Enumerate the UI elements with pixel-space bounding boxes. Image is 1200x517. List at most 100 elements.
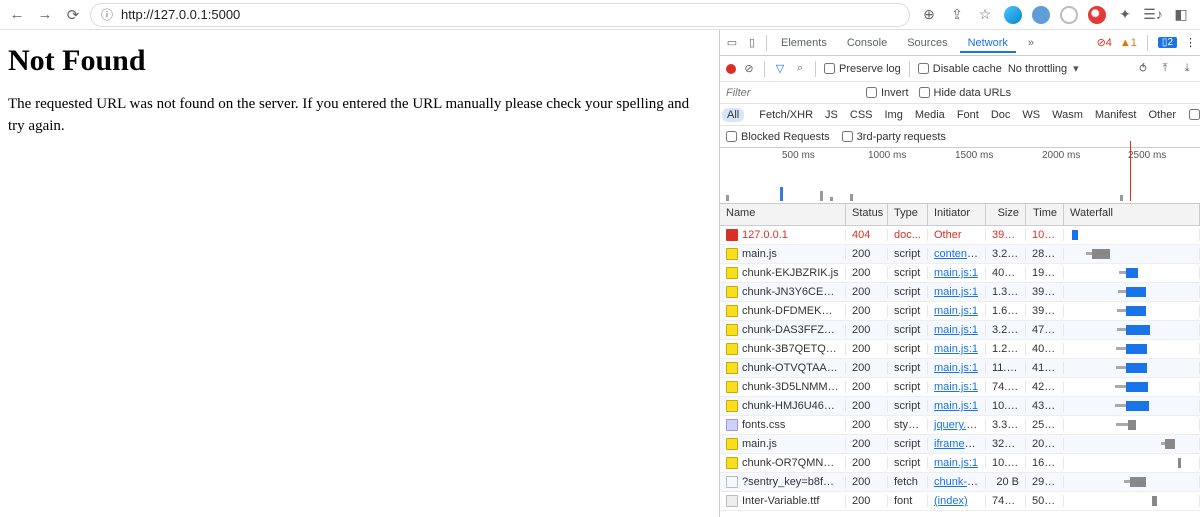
filter-icon[interactable]: ▽ <box>773 62 787 76</box>
extension-icon[interactable] <box>1032 6 1050 24</box>
has-blocked-checkbox[interactable]: Has blocked <box>1189 104 1200 126</box>
table-row[interactable]: main.js200scriptcontent-w...3.2 kB289 ..… <box>720 245 1200 264</box>
reading-list-icon[interactable]: ☰♪ <box>1144 6 1162 24</box>
error-badge[interactable]: ⊘4 <box>1097 36 1112 49</box>
type-js[interactable]: JS <box>820 108 843 122</box>
url-text: http://127.0.0.1:5000 <box>121 7 240 22</box>
file-icon <box>726 381 738 393</box>
info-icon: ⓘ <box>101 6 113 23</box>
type-all[interactable]: All <box>722 108 744 122</box>
extension-icon[interactable] <box>1088 6 1106 24</box>
device-icon[interactable]: ▯ <box>744 35 760 51</box>
reload-button[interactable]: ⟳ <box>62 4 84 26</box>
extension-icon[interactable] <box>1060 6 1078 24</box>
file-icon <box>726 305 738 317</box>
type-media[interactable]: Media <box>910 108 950 122</box>
table-row[interactable]: chunk-OTVQTAAI.js200scriptmain.js:111.8 … <box>720 359 1200 378</box>
hide-data-urls-checkbox[interactable]: Hide data URLs <box>919 87 1012 99</box>
file-icon <box>726 457 738 469</box>
file-icon <box>726 362 738 374</box>
network-toolbar: ⊘ ▽ ⌕ Preserve log Disable cache No thro… <box>720 56 1200 82</box>
type-css[interactable]: CSS <box>845 108 878 122</box>
forward-button[interactable]: → <box>34 4 56 26</box>
settings-icon[interactable]: ⋮ <box>1185 36 1196 49</box>
table-row[interactable]: main.js200scriptiframes-w...328 B201 ... <box>720 435 1200 454</box>
extension-icon[interactable] <box>1004 6 1022 24</box>
url-field[interactable]: ⓘ http://127.0.0.1:5000 <box>90 3 910 27</box>
type-manifest[interactable]: Manifest <box>1090 108 1142 122</box>
timeline[interactable]: 500 ms 1000 ms 1500 ms 2000 ms 2500 ms <box>720 148 1200 204</box>
tab-more[interactable]: » <box>1020 33 1042 53</box>
panel-icon[interactable]: ◧ <box>1172 6 1190 24</box>
file-icon <box>726 324 738 336</box>
message-badge[interactable]: ▯2 <box>1158 37 1177 48</box>
type-ws[interactable]: WS <box>1017 108 1045 122</box>
type-filters: All Fetch/XHR JS CSS Img Media Font Doc … <box>720 104 1200 126</box>
page-title: Not Found <box>8 44 711 78</box>
table-row[interactable]: Inter-Variable.ttf200font(index)748 ...5… <box>720 492 1200 511</box>
network-conditions-icon[interactable]: ⥀ <box>1136 62 1150 76</box>
type-other[interactable]: Other <box>1143 108 1181 122</box>
clear-button[interactable]: ⊘ <box>742 62 756 76</box>
share-icon[interactable]: ⇪ <box>948 6 966 24</box>
search-icon[interactable]: ⌕ <box>793 62 807 76</box>
tab-sources[interactable]: Sources <box>899 33 955 53</box>
file-icon <box>726 267 738 279</box>
type-wasm[interactable]: Wasm <box>1047 108 1088 122</box>
col-waterfall[interactable]: Waterfall <box>1064 204 1200 225</box>
table-row[interactable]: chunk-DFDMEKSX.js200scriptmain.js:11.6 k… <box>720 302 1200 321</box>
disable-cache-checkbox[interactable]: Disable cache <box>918 63 1002 75</box>
throttling-select[interactable]: No throttling <box>1008 63 1067 75</box>
extensions-icon[interactable]: ✦ <box>1116 6 1134 24</box>
col-status[interactable]: Status <box>846 204 888 225</box>
table-row[interactable]: chunk-JN3Y6CEP.js200scriptmain.js:11.3 k… <box>720 283 1200 302</box>
preserve-log-checkbox[interactable]: Preserve log <box>824 63 901 75</box>
chevron-down-icon[interactable]: ▾ <box>1073 62 1079 75</box>
invert-checkbox[interactable]: Invert <box>866 87 909 99</box>
table-row[interactable]: ?sentry_key=b8fdd4...200fetchchunk-DA...… <box>720 473 1200 492</box>
warn-badge[interactable]: ▲1 <box>1120 37 1137 49</box>
zoom-icon[interactable]: ⊕ <box>920 6 938 24</box>
page-content: Not Found The requested URL was not foun… <box>0 30 719 517</box>
file-icon <box>726 476 738 488</box>
col-type[interactable]: Type <box>888 204 928 225</box>
page-body: The requested URL was not found on the s… <box>8 94 698 138</box>
col-time[interactable]: Time <box>1026 204 1064 225</box>
devtools-tabs: ▭ ▯ Elements Console Sources Network » ⊘… <box>720 30 1200 56</box>
tab-network[interactable]: Network <box>960 33 1016 53</box>
inspect-icon[interactable]: ▭ <box>724 35 740 51</box>
table-row[interactable]: chunk-DAS3FFZO.js200scriptmain.js:13.2 .… <box>720 321 1200 340</box>
file-icon <box>726 248 738 260</box>
type-doc[interactable]: Doc <box>986 108 1016 122</box>
table-row[interactable]: 127.0.0.1404doc...Other393 B101 ... <box>720 226 1200 245</box>
table-row[interactable]: fonts.css200style...jquery.js:6...3.3 kB… <box>720 416 1200 435</box>
type-fetch[interactable]: Fetch/XHR <box>754 108 818 122</box>
table-row[interactable]: chunk-EKJBZRIK.js200scriptmain.js:1409 B… <box>720 264 1200 283</box>
tab-console[interactable]: Console <box>839 33 895 53</box>
col-name[interactable]: Name <box>720 204 846 225</box>
record-button[interactable] <box>726 64 736 74</box>
blocked-requests-checkbox[interactable]: Blocked Requests <box>726 131 830 143</box>
thirdparty-checkbox[interactable]: 3rd-party requests <box>842 131 946 143</box>
file-icon <box>726 400 738 412</box>
extra-filters: Blocked Requests 3rd-party requests <box>720 126 1200 148</box>
table-row[interactable]: chunk-OR7QMNM7.js200scriptmain.js:110.9 … <box>720 454 1200 473</box>
bookmark-icon[interactable]: ☆ <box>976 6 994 24</box>
request-table: 127.0.0.1404doc...Other393 B101 ...main.… <box>720 226 1200 517</box>
back-button[interactable]: ← <box>6 4 28 26</box>
col-size[interactable]: Size <box>986 204 1026 225</box>
table-row[interactable]: chunk-3D5LNMMB.js200scriptmain.js:174.4 … <box>720 378 1200 397</box>
col-initiator[interactable]: Initiator <box>928 204 986 225</box>
filter-input[interactable] <box>726 87 856 99</box>
type-font[interactable]: Font <box>952 108 984 122</box>
devtools-panel: ▭ ▯ Elements Console Sources Network » ⊘… <box>719 30 1200 517</box>
import-icon[interactable]: ⤒ <box>1158 62 1172 76</box>
export-icon[interactable]: ⤓ <box>1180 62 1194 76</box>
table-row[interactable]: chunk-HMJ6U46X.js200scriptmain.js:110.9 … <box>720 397 1200 416</box>
type-img[interactable]: Img <box>880 108 908 122</box>
table-row[interactable]: chunk-3B7QETQQ.js200scriptmain.js:11.2 k… <box>720 340 1200 359</box>
file-icon <box>726 438 738 450</box>
file-icon <box>726 286 738 298</box>
tab-elements[interactable]: Elements <box>773 33 835 53</box>
file-icon <box>726 495 738 507</box>
